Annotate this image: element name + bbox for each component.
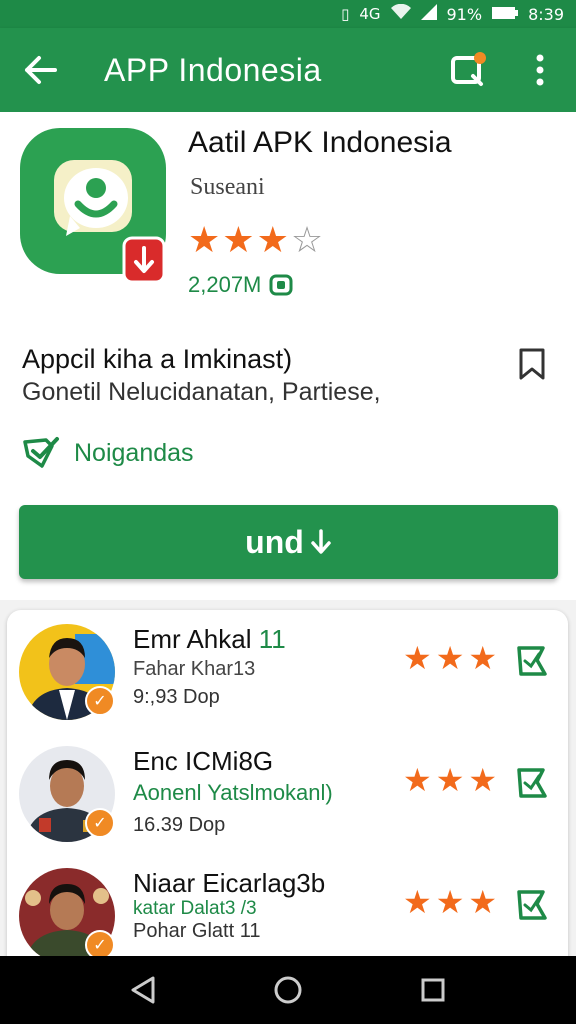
circle-home-icon [274,976,302,1004]
review-item[interactable]: ✓ Enc ICMi8G Aonenl Yatslmokanl) 16.39 D… [7,732,568,852]
star-icon: ★ [435,762,465,798]
bookmark-button[interactable] [512,344,552,384]
nav-home-button[interactable] [258,960,318,1020]
review-rating: ★ ★ ★ [403,642,497,674]
review-meta: 9:,93 Dop [133,686,220,708]
vibrate-icon: ▯ [341,5,350,23]
nav-recents-button[interactable] [403,960,463,1020]
star-icon: ★ [468,762,498,798]
triangle-back-icon [131,976,155,1004]
reviews-card: ✓ Emr Ahkal 11 Fahar Khar13 9:,93 Dop ★ ★… [7,610,568,990]
star-icon: ★ [435,640,465,676]
app-name: Aatil APK Indonesia [188,126,452,159]
review-rating: ★ ★ ★ [403,886,497,918]
more-options-button[interactable] [504,28,576,112]
reviewer-subtitle: Aonenl Yatslmokanl) [133,780,333,805]
reviewer-name: Emr Ahkal 11 [133,624,286,654]
star-outline-icon: ☆ [290,219,324,260]
app-size: 2,207M [188,272,262,297]
cell-signal-icon [420,4,437,24]
more-vert-icon [536,54,544,86]
star-icon: ★ [403,640,432,676]
square-recents-icon [421,978,445,1002]
system-nav-bar [0,956,576,1024]
description-subtitle: Gonetil Nelucidanatan, Partiese, [22,378,381,406]
search-button[interactable] [432,28,504,112]
back-button[interactable] [0,28,80,112]
wifi-icon [390,3,411,24]
battery-icon [492,5,519,24]
star-icon: ★ [188,219,221,260]
storage-icon [269,274,293,296]
reply-icon[interactable] [515,766,549,800]
description-title: Appcil kiha a Imkinast) [22,344,293,374]
app-icon[interactable] [20,128,166,286]
network-type: 4G [359,5,381,23]
verified-shield-icon [23,437,59,468]
search-notification-icon [451,52,486,86]
reviewer-subtitle: Fahar Khar13 [133,658,256,680]
verified-label: Noigandas [74,438,194,467]
review-meta: Pohar Glatt 11 [133,920,261,942]
status-bar: ▯ 4G 91% 8:39 [0,0,576,28]
arrow-back-icon [25,56,57,84]
app-size-row: 2,207M [188,272,293,298]
verified-badge-icon: ✓ [85,808,115,838]
reply-icon[interactable] [515,644,549,678]
bookmark-icon [519,348,545,380]
verified-row: Noigandas [22,436,194,470]
star-icon: ★ [435,884,465,920]
nav-back-button[interactable] [113,960,173,1020]
reply-icon[interactable] [515,888,549,922]
star-icon: ★ [468,884,498,920]
reviewer-subtitle: katar Dalat3 /3 [133,898,257,919]
reviewer-name: Enc ICMi8G [133,746,274,776]
star-icon: ★ [403,884,432,920]
verified-badge-icon: ✓ [85,686,115,716]
star-icon: ★ [468,640,498,676]
star-icon: ★ [256,219,289,260]
review-item[interactable]: ✓ Emr Ahkal 11 Fahar Khar13 9:,93 Dop ★ ★… [7,610,568,730]
star-icon: ★ [222,219,255,260]
install-button[interactable]: und [19,505,558,579]
star-icon: ★ [403,762,432,798]
battery-percent: 91% [446,4,483,24]
review-meta: 16.39 Dop [133,814,226,836]
reviewer-name: Niaar Eicarlag3b [133,868,326,898]
app-bar: APP Indonesia [0,28,576,112]
install-button-label: und [245,523,304,560]
download-arrow-icon [311,529,331,554]
review-rating: ★ ★ ★ [403,764,497,796]
app-developer: Suseani [190,174,265,200]
app-rating: ★ ★ ★ ☆ [188,222,323,258]
page-title: APP Indonesia [104,51,322,88]
clock: 8:39 [528,4,564,24]
